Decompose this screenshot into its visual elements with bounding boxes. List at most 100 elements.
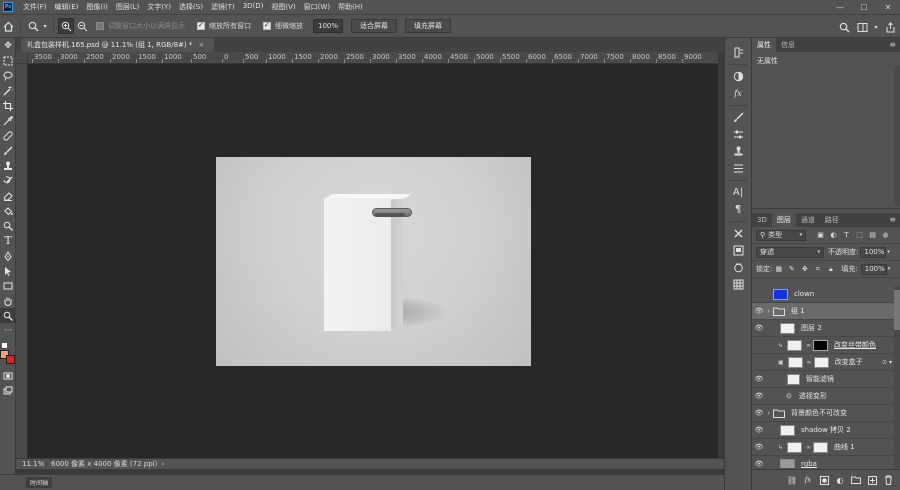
more-tools-icon[interactable]: ···	[0, 323, 16, 338]
zoom-all-windows-checkbox[interactable]: 缩放所有窗口	[197, 21, 251, 31]
photoshop-logo[interactable]: Ps	[3, 2, 13, 12]
move-tool-icon[interactable]: ✥	[0, 38, 16, 53]
layer-row[interactable]: 👁︎ ↳ ∞ 改变丝带颜色	[752, 337, 900, 354]
history-panel-icon[interactable]	[725, 44, 751, 61]
layers-scrollbar-thumb[interactable]	[894, 290, 900, 330]
chevron-down-icon[interactable]: ▾	[887, 249, 890, 255]
tool-presets-icon[interactable]	[725, 160, 751, 177]
layer-filter-select[interactable]: ⚲ 类型 ▾	[756, 229, 806, 241]
layer-mask-thumbnail[interactable]	[813, 441, 829, 453]
tab-layers[interactable]: 图层	[771, 213, 796, 227]
status-zoom[interactable]: 11.1%	[16, 460, 46, 468]
menu-item[interactable]: 滤镜(T)	[207, 2, 239, 12]
rectangle-tool-icon[interactable]	[0, 278, 16, 293]
smart-object-filter-icon[interactable]: ▤	[868, 231, 877, 240]
layer-row[interactable]: 👁︎ 图层 2	[752, 320, 900, 337]
swatches-panel-icon[interactable]	[725, 259, 751, 276]
visibility-eye-icon[interactable]: 👁︎	[752, 290, 766, 298]
pen-tool-icon[interactable]	[0, 248, 16, 263]
paint-bucket-tool-icon[interactable]	[0, 203, 16, 218]
lasso-tool-icon[interactable]	[0, 68, 16, 83]
layer-row[interactable]: 👁︎ ⊙ 透视变形	[752, 388, 900, 405]
menu-item[interactable]: 选择(S)	[175, 2, 207, 12]
close-tab-icon[interactable]: ×	[198, 41, 204, 49]
navigator-panel-icon[interactable]	[725, 242, 751, 259]
tab-3d[interactable]: 3D	[752, 213, 772, 227]
menu-item[interactable]: 窗口(W)	[300, 2, 334, 12]
layers-scrollbar[interactable]	[894, 286, 900, 468]
visibility-eye-icon[interactable]: 👁︎	[752, 409, 766, 417]
filter-toggle-icon[interactable]: ●	[881, 231, 890, 240]
visibility-eye-icon[interactable]: 👁︎	[752, 392, 766, 400]
crop-tool-icon[interactable]	[0, 98, 16, 113]
new-layer-icon[interactable]	[866, 474, 878, 486]
visibility-eye-icon[interactable]: 👁︎	[752, 460, 766, 468]
maximize-button[interactable]: ☐	[852, 0, 876, 14]
minimize-button[interactable]: —	[828, 0, 852, 14]
chevron-down-icon[interactable]: ▾	[888, 266, 891, 272]
marquee-tool-icon[interactable]	[0, 53, 16, 68]
fill-field[interactable]: 100%	[860, 263, 887, 275]
tab-properties[interactable]: 属性	[752, 38, 776, 52]
background-color-swatch[interactable]	[6, 355, 15, 364]
visibility-eye-icon[interactable]: 👁︎	[752, 443, 766, 451]
link-layers-icon[interactable]: ⛓	[786, 474, 798, 486]
panel-menu-icon[interactable]: ≡	[889, 40, 896, 49]
magic-wand-tool-icon[interactable]	[0, 83, 16, 98]
path-selection-tool-icon[interactable]	[0, 263, 16, 278]
filter-options-icon[interactable]: ⊙	[786, 392, 792, 400]
layer-row[interactable]: 👁︎ 智能滤镜	[752, 371, 900, 388]
share-icon[interactable]	[880, 19, 900, 35]
fill-screen-button[interactable]: 填充屏幕	[405, 19, 451, 33]
panel-menu-icon[interactable]: ≡	[889, 215, 896, 224]
adjustment-filter-icon[interactable]: ◐	[829, 231, 838, 240]
layer-style-icon[interactable]: fx	[802, 474, 814, 486]
screen-mode-icon[interactable]	[0, 383, 16, 398]
tab-channels[interactable]: 通道	[796, 213, 820, 227]
ruler-origin[interactable]	[16, 52, 28, 64]
layer-mask-thumbnail[interactable]	[813, 356, 829, 368]
new-group-icon[interactable]	[850, 474, 862, 486]
tools-settings-icon[interactable]	[725, 225, 751, 242]
visibility-eye-icon[interactable]: 👁︎	[752, 358, 766, 366]
eyedropper-tool-icon[interactable]	[0, 113, 16, 128]
search-icon[interactable]	[836, 19, 852, 35]
mask-link-icon[interactable]: ∞	[806, 444, 811, 451]
lock-all-icon[interactable]: 🔒︎	[826, 265, 835, 274]
horizontal-ruler[interactable]: 3500 3000 2500 2000 1500 1000 500 0 500 1000 1500 2…	[28, 52, 718, 64]
visibility-eye-icon[interactable]: 👁︎	[752, 324, 766, 332]
layer-row[interactable]: 👁︎ ↳ ∞ 曲线 1	[752, 439, 900, 456]
blend-mode-select[interactable]: 穿透 ▾	[756, 246, 824, 258]
layer-row[interactable]: 👁︎ shadow 拷贝 2	[752, 422, 900, 439]
layer-row[interactable]: 👁︎ › 背景颜色不可改变	[752, 405, 900, 422]
dodge-tool-icon[interactable]	[0, 218, 16, 233]
add-mask-icon[interactable]	[818, 474, 830, 486]
zoom-percent-button[interactable]: 100%	[313, 19, 343, 33]
grid-panel-icon[interactable]	[725, 276, 751, 293]
document-canvas[interactable]	[216, 157, 531, 366]
new-adjustment-layer-icon[interactable]: ◐	[834, 474, 846, 486]
menu-item[interactable]: 3D(D)	[239, 2, 268, 12]
paragraph-panel-icon[interactable]: ¶	[725, 201, 751, 218]
mask-link-icon[interactable]: ∞	[806, 342, 811, 349]
clone-stamp-tool-icon[interactable]	[0, 158, 16, 173]
zoom-out-icon[interactable]	[74, 18, 90, 34]
properties-scrollbar[interactable]	[894, 66, 900, 206]
zoom-in-icon[interactable]	[58, 18, 74, 34]
type-tool-icon[interactable]: T	[0, 233, 16, 248]
status-menu-arrow[interactable]: ›	[161, 460, 164, 468]
timeline-tab[interactable]: 时间轴	[26, 477, 53, 488]
visibility-eye-icon[interactable]: 👁︎	[752, 307, 766, 315]
visibility-eye-icon[interactable]: 👁︎	[752, 375, 766, 383]
eraser-tool-icon[interactable]	[0, 188, 16, 203]
visibility-eye-icon[interactable]: 👁︎	[752, 341, 766, 349]
menu-item[interactable]: 文字(Y)	[143, 2, 175, 12]
menu-item[interactable]: 帮助(H)	[334, 2, 367, 12]
styles-panel-icon[interactable]: fx	[725, 85, 751, 102]
workspace-icon[interactable]	[852, 19, 872, 35]
resize-windows-checkbox[interactable]: 调整窗口大小以满屏显示	[96, 21, 185, 31]
tab-info[interactable]: 信息	[776, 38, 800, 52]
layer-row[interactable]: 👁︎ › 组 1	[752, 303, 900, 320]
shape-filter-icon[interactable]: ⬚	[855, 231, 864, 240]
lock-position-icon[interactable]: ✥	[800, 265, 809, 274]
